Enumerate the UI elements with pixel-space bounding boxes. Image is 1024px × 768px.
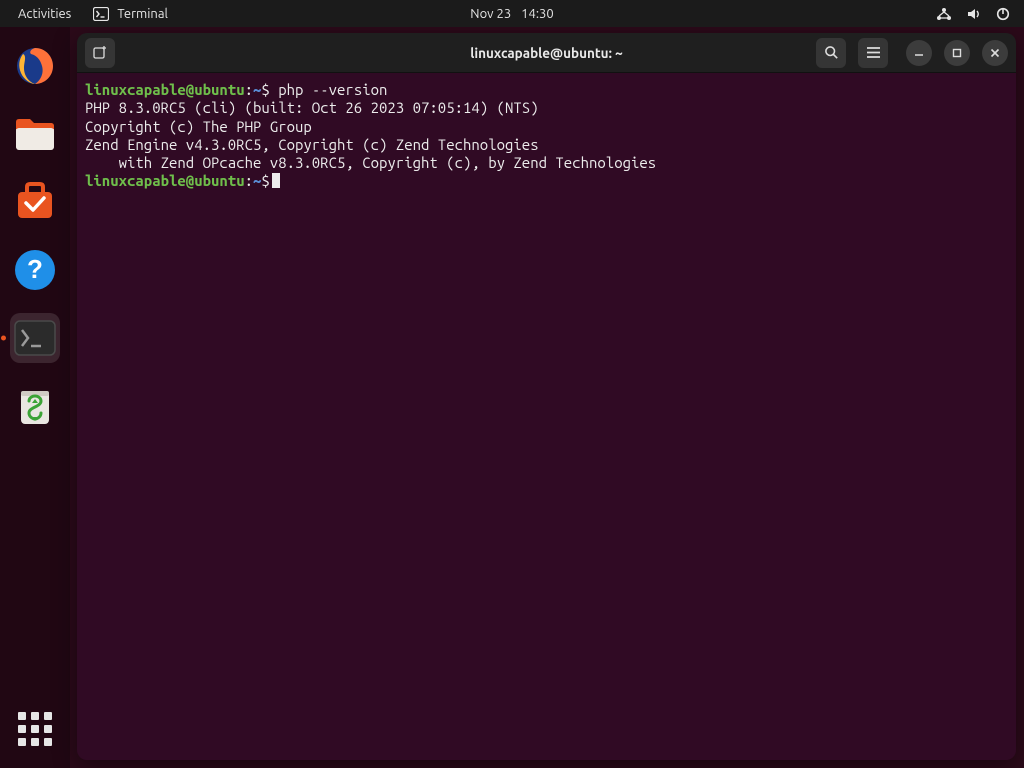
volume-icon[interactable] — [966, 7, 982, 21]
dock-help[interactable]: ? — [10, 245, 60, 295]
prompt-userhost: linuxcapable@ubuntu — [85, 172, 245, 189]
prompt-dollar: $ — [261, 172, 269, 189]
new-tab-button[interactable] — [85, 38, 115, 68]
dock-firefox[interactable] — [10, 41, 60, 91]
hamburger-icon — [866, 46, 881, 59]
svg-text:?: ? — [27, 254, 43, 284]
dock: ? — [0, 27, 70, 768]
minimize-icon — [914, 48, 924, 58]
clock[interactable]: Nov 23 14:30 — [470, 7, 553, 21]
prompt-userhost: linuxcapable@ubuntu — [85, 81, 245, 98]
prompt-colon: : — [245, 172, 253, 189]
dock-files[interactable] — [10, 109, 60, 159]
clock-time: 14:30 — [521, 7, 554, 21]
output-line: with Zend OPcache v8.3.0RC5, Copyright (… — [85, 154, 656, 171]
output-line: PHP 8.3.0RC5 (cli) (built: Oct 26 2023 0… — [85, 99, 539, 116]
cursor — [272, 173, 280, 188]
dock-software[interactable] — [10, 177, 60, 227]
terminal-window: linuxcapable@ubuntu: ~ linuxcapable@u — [77, 33, 1016, 760]
window-title: linuxcapable@ubuntu: ~ — [470, 45, 622, 61]
app-indicator[interactable]: Terminal — [93, 7, 168, 21]
activities-button[interactable]: Activities — [18, 7, 71, 21]
terminal-icon — [14, 320, 56, 356]
close-icon — [990, 48, 1000, 58]
command-text: php --version — [278, 81, 387, 98]
output-line: Copyright (c) The PHP Group — [85, 118, 312, 135]
menu-button[interactable] — [858, 38, 888, 68]
close-button[interactable] — [982, 40, 1008, 66]
trash-icon — [15, 385, 55, 427]
dock-trash[interactable] — [10, 381, 60, 431]
show-applications-button[interactable] — [18, 712, 52, 746]
output-line: Zend Engine v4.3.0RC5, Copyright (c) Zen… — [85, 136, 539, 153]
maximize-button[interactable] — [944, 40, 970, 66]
minimize-button[interactable] — [906, 40, 932, 66]
app-indicator-label: Terminal — [117, 7, 168, 21]
titlebar[interactable]: linuxcapable@ubuntu: ~ — [77, 33, 1016, 73]
search-icon — [824, 45, 839, 60]
firefox-icon — [13, 44, 57, 88]
network-icon[interactable] — [936, 7, 952, 21]
prompt-colon: : — [245, 81, 253, 98]
search-button[interactable] — [816, 38, 846, 68]
prompt-dollar: $ — [261, 81, 269, 98]
new-tab-icon — [92, 45, 108, 61]
maximize-icon — [952, 48, 962, 58]
power-icon[interactable] — [996, 7, 1010, 21]
clock-date: Nov 23 — [470, 7, 511, 21]
terminal-small-icon — [93, 7, 109, 21]
dock-terminal[interactable] — [10, 313, 60, 363]
help-icon: ? — [13, 248, 57, 292]
terminal-body[interactable]: linuxcapable@ubuntu:~$ php --version PHP… — [77, 73, 1016, 760]
files-icon — [13, 114, 57, 154]
top-panel: Activities Terminal Nov 23 14:30 — [0, 0, 1024, 27]
software-icon — [13, 180, 57, 224]
